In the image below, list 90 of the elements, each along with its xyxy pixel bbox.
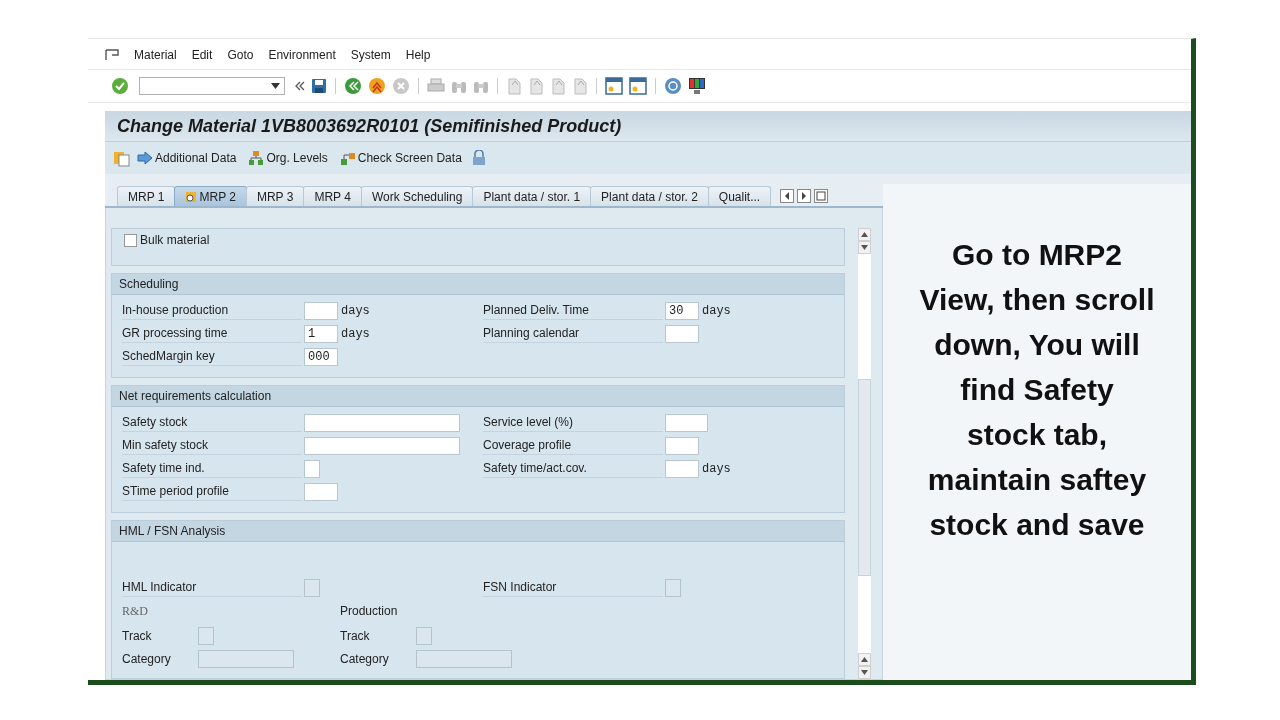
tab[interactable]: MRP 1 [117, 186, 176, 206]
scroll-left-icon[interactable] [780, 189, 795, 203]
caption-text: Go to MRP2 View, then scroll down, You will find Safety stock tab, maintain saftey stock and save [919, 237, 1155, 543]
menu-item[interactable]: Edit [191, 48, 213, 62]
scroll-up-icon[interactable] [861, 232, 868, 237]
print-icon[interactable] [427, 78, 445, 94]
field-label: Min safety stock [122, 437, 302, 455]
page-icon[interactable] [528, 77, 544, 95]
input-field[interactable] [304, 483, 338, 501]
field-label: Safety stock [122, 414, 302, 432]
input-field[interactable] [665, 414, 708, 432]
toolbar-button[interactable]: Additional Data [135, 149, 243, 167]
enter-icon[interactable] [111, 77, 129, 95]
collapse-icon[interactable] [295, 81, 305, 91]
field-label: Track [340, 628, 371, 643]
menu-item[interactable]: Material [134, 48, 177, 62]
field-label: Planning calendar [483, 325, 663, 343]
unit-text: days [702, 462, 731, 476]
field-label: Planned Deliv. Time [483, 302, 663, 320]
unit-text: days [341, 327, 370, 341]
check-screen-icon [339, 150, 356, 166]
menu-item[interactable]: Environment [268, 48, 336, 62]
dropdown-icon[interactable] [271, 83, 280, 89]
field-label: In-house production [122, 302, 302, 320]
scroll-down-icon[interactable] [861, 245, 868, 250]
page-icon[interactable] [550, 77, 566, 95]
hierarchy-icon [248, 150, 265, 166]
back-icon[interactable] [344, 77, 362, 95]
help-icon[interactable] [664, 77, 682, 95]
checkbox[interactable]: Bulk material [124, 233, 832, 247]
field-label: Category [340, 651, 390, 666]
scroll-right-icon[interactable] [797, 189, 812, 203]
tab[interactable]: Plant data / stor. 2 [590, 186, 709, 206]
field-label: GR processing time [122, 325, 302, 343]
save-icon[interactable] [311, 78, 327, 94]
page-icon[interactable] [506, 77, 522, 95]
window-icon[interactable] [629, 77, 647, 95]
field-label: Service level (%) [483, 414, 663, 432]
toolbar-button[interactable]: Check Screen Data [337, 148, 468, 168]
menu-item[interactable]: Goto [227, 48, 254, 62]
tab[interactable]: MRP 3 [245, 186, 305, 206]
toolbar-button[interactable]: Org. Levels [246, 148, 334, 168]
field-label: Category [122, 651, 172, 666]
menu-item[interactable]: Help [405, 48, 431, 62]
field-label: SchedMargin key [122, 348, 302, 366]
scroll-up-icon[interactable] [861, 657, 868, 662]
input-field[interactable]: 000 [304, 348, 338, 366]
tab[interactable]: MRP 2 [174, 186, 247, 206]
arrow-icon [137, 151, 153, 165]
group-title: Net requirements calculation [112, 386, 844, 407]
tab[interactable]: Work Scheduling [360, 186, 474, 206]
unit-text: days [341, 304, 370, 318]
group-title: HML / FSN Analysis [112, 521, 844, 542]
scrollbar[interactable] [857, 228, 872, 679]
monitor-icon[interactable] [688, 77, 706, 95]
unit-text: days [702, 304, 731, 318]
menu-icon[interactable] [105, 49, 119, 61]
input-field[interactable] [304, 414, 460, 432]
field-label: Coverage profile [483, 437, 663, 455]
input-field[interactable]: 30 [665, 302, 699, 320]
input-field[interactable] [665, 460, 699, 478]
menu-item[interactable]: System [350, 48, 391, 62]
window-icon[interactable] [605, 77, 623, 95]
input-field[interactable] [304, 437, 460, 455]
field-label: Safety time/act.cov. [483, 460, 663, 478]
field-label: HML Indicator [122, 579, 302, 597]
tab-status-icon [185, 190, 198, 203]
tab[interactable]: Plant data / stor. 1 [472, 186, 592, 206]
subgroup-heading: Production [340, 604, 399, 620]
exit-icon[interactable] [368, 77, 386, 95]
field-label: FSN Indicator [483, 579, 663, 597]
scroll-down-icon[interactable] [861, 670, 868, 675]
cancel-icon[interactable] [392, 77, 410, 95]
clipboard-icon[interactable] [113, 149, 131, 167]
field-label: Track [122, 628, 153, 643]
field-label: Safety time ind. [122, 460, 302, 478]
input-field[interactable]: 1 [304, 325, 338, 343]
input-field[interactable] [304, 302, 338, 320]
page-icon[interactable] [572, 77, 588, 95]
lock-icon[interactable] [471, 150, 486, 166]
screen-title: Change Material 1VB8003692R0101 (Semifinished Product) [117, 115, 622, 137]
tab[interactable]: Qualit... [707, 186, 772, 206]
input-field[interactable] [304, 460, 320, 478]
tab[interactable]: MRP 4 [303, 186, 362, 206]
command-field[interactable] [139, 77, 285, 95]
field-label: STime period profile [122, 483, 302, 501]
group-title: Scheduling [112, 274, 844, 295]
input-field[interactable] [665, 437, 699, 455]
subgroup-heading: R&D [122, 604, 149, 620]
input-field[interactable] [665, 325, 699, 343]
